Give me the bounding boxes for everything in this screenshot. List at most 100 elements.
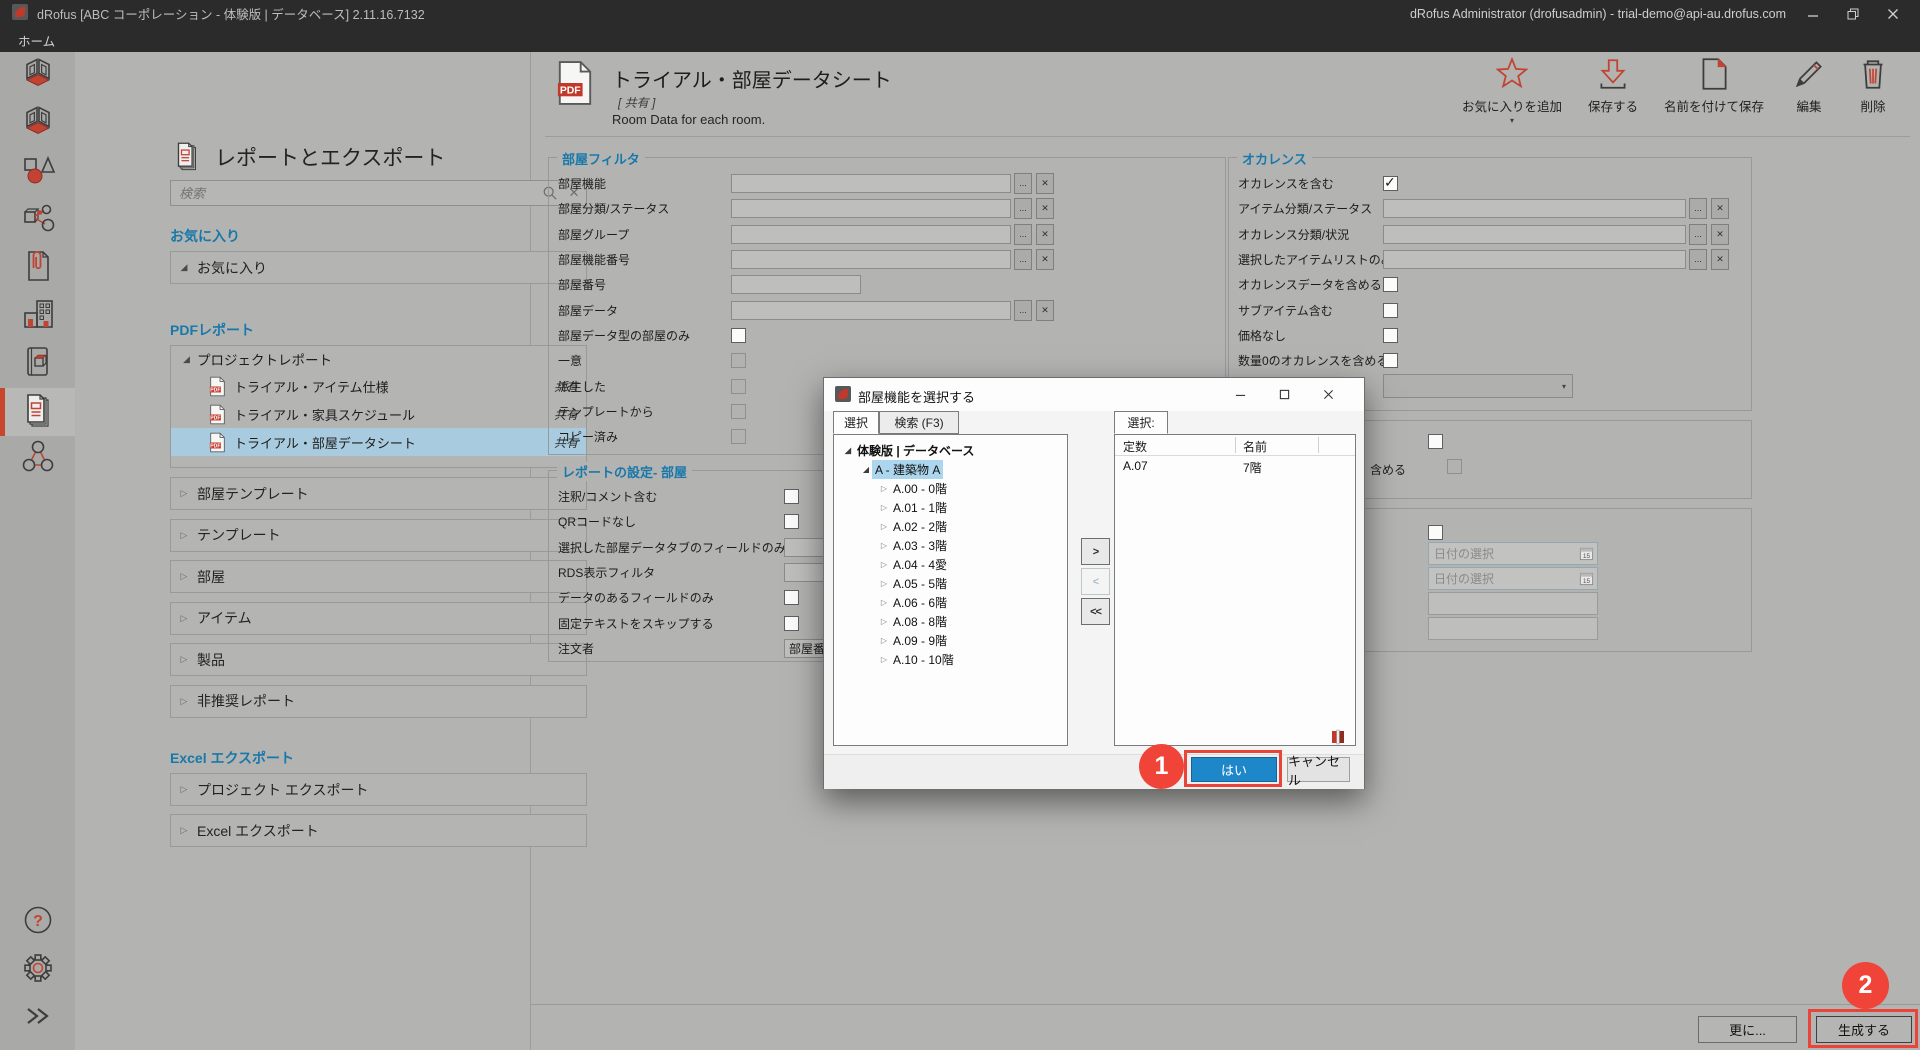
edit-pencil-button[interactable]: 編集 [1790, 55, 1828, 123]
field-input[interactable] [1383, 225, 1686, 244]
checkbox[interactable] [784, 514, 799, 529]
dialog-minimize-button[interactable] [1228, 384, 1252, 404]
group-5[interactable]: ▷製品 [170, 643, 587, 676]
collapsed-arrow-icon[interactable]: ▷ [878, 655, 890, 664]
minimize-button[interactable] [1800, 4, 1826, 24]
lookup-more-button[interactable]: ... [1014, 173, 1032, 194]
clear-field-button[interactable]: ✕ [1036, 198, 1054, 219]
group-2[interactable]: ▷テンプレート [170, 519, 587, 552]
clear-field-button[interactable]: ✕ [1036, 224, 1054, 245]
field-input[interactable] [731, 250, 1011, 269]
collapsed-arrow-icon[interactable]: ▷ [878, 598, 890, 607]
sidebar-footer-help[interactable]: ? [0, 898, 75, 946]
tree-item[interactable]: ▷A.08 - 8階 [834, 612, 1067, 631]
sidebar-item-products[interactable] [0, 340, 75, 388]
group-3[interactable]: ▷部屋 [170, 560, 587, 593]
checkbox[interactable] [784, 616, 799, 631]
lookup-more-button[interactable]: ... [1689, 198, 1707, 219]
checkbox[interactable] [1383, 353, 1398, 368]
checkbox[interactable] [1428, 434, 1443, 449]
tab-selected[interactable]: 選択: [1114, 411, 1168, 434]
clear-field-button[interactable]: ✕ [1711, 249, 1729, 270]
date-picker[interactable]: 日付の選択 15 [1428, 542, 1598, 565]
group-1[interactable]: ▷部屋テンプレート [170, 477, 587, 510]
lookup-more-button[interactable]: ... [1689, 224, 1707, 245]
field-input[interactable] [731, 174, 1011, 193]
group-4[interactable]: ▷アイテム [170, 602, 587, 635]
clear-field-button[interactable]: ✕ [1711, 224, 1729, 245]
tree-item[interactable]: ▷A.00 - 0階 [834, 479, 1067, 498]
restore-button[interactable] [1840, 4, 1866, 24]
tree-item[interactable]: ▷A.02 - 2階 [834, 517, 1067, 536]
favorite-star-button[interactable]: お気に入りを追加▾ [1462, 55, 1562, 123]
expanded-arrow-icon[interactable]: ◢ [842, 446, 854, 455]
field-input[interactable] [731, 301, 1011, 320]
yes-button[interactable]: はい [1191, 757, 1277, 782]
tab-search[interactable]: 検索 (F3) [879, 411, 959, 434]
tree-item[interactable]: ▷A.10 - 10階 [834, 650, 1067, 669]
text-field[interactable] [1428, 592, 1598, 615]
move-all-left-button[interactable]: << [1081, 598, 1110, 625]
clear-field-button[interactable]: ✕ [1711, 198, 1729, 219]
field-input[interactable] [731, 199, 1011, 218]
text-field[interactable] [1428, 617, 1598, 640]
collapsed-arrow-icon[interactable]: ▷ [878, 560, 890, 569]
more-button[interactable]: 更に... [1698, 1016, 1797, 1043]
lookup-more-button[interactable]: ... [1014, 198, 1032, 219]
field-input[interactable] [1383, 250, 1686, 269]
lookup-more-button[interactable]: ... [1014, 300, 1032, 321]
clear-field-button[interactable]: ✕ [1036, 300, 1054, 321]
sidebar-item-room-list[interactable] [0, 100, 75, 148]
date-picker[interactable]: 日付の選択 15 [1428, 567, 1598, 590]
sidebar-item-items[interactable] [0, 196, 75, 244]
delete-trash-button[interactable]: 削除 [1854, 55, 1892, 123]
excel-group-2[interactable]: ▷Excel エクスポート [170, 814, 587, 847]
checkbox[interactable] [784, 489, 799, 504]
tree-item[interactable]: ▷A.01 - 1階 [834, 498, 1067, 517]
collapsed-arrow-icon[interactable]: ▷ [878, 617, 890, 626]
report-item[interactable]: PDFトライアル・家具スケジュール共有 [171, 400, 586, 428]
sidebar-item-attachments[interactable] [0, 244, 75, 292]
collapsed-arrow-icon[interactable]: ▷ [878, 579, 890, 588]
dialog-maximize-button[interactable] [1272, 384, 1296, 404]
menu-home[interactable]: ホーム [18, 31, 55, 50]
tree-item[interactable]: ▷A.04 - 4愛 [834, 555, 1067, 574]
sidebar-footer-expand[interactable] [0, 994, 75, 1042]
report-item[interactable]: PDFトライアル・部屋データシート共有 [171, 428, 586, 456]
lookup-more-button[interactable]: ... [1689, 249, 1707, 270]
checkbox[interactable] [1383, 303, 1398, 318]
group-6[interactable]: ▷非推奨レポート [170, 685, 587, 718]
clear-field-button[interactable]: ✕ [1036, 173, 1054, 194]
group-project-reports[interactable]: ◢ プロジェクトレポート [171, 346, 586, 372]
sidebar-item-reports[interactable] [0, 388, 75, 436]
save-button[interactable]: 保存する [1588, 55, 1638, 123]
tab-select[interactable]: 選択 [833, 411, 879, 434]
close-button[interactable] [1880, 4, 1906, 24]
collapsed-arrow-icon[interactable]: ▷ [878, 636, 890, 645]
checkbox[interactable] [1428, 525, 1443, 540]
cancel-button[interactable]: キャンセル [1287, 757, 1350, 782]
sidebar-item-functions[interactable] [0, 148, 75, 196]
collapsed-arrow-icon[interactable]: ▷ [878, 484, 890, 493]
sidebar-item-relations[interactable] [0, 436, 75, 484]
lookup-more-button[interactable]: ... [1014, 249, 1032, 270]
sidebar-item-rooms[interactable] [0, 52, 75, 100]
checkbox[interactable] [784, 590, 799, 605]
field-input[interactable] [1383, 199, 1686, 218]
checkbox[interactable] [1383, 277, 1398, 292]
sidebar-footer-settings[interactable] [0, 946, 75, 994]
search-input[interactable] [171, 186, 538, 201]
dialog-close-button[interactable] [1316, 384, 1340, 404]
save-as-button[interactable]: 名前を付けて保存 [1664, 55, 1764, 123]
clear-field-button[interactable]: ✕ [1036, 249, 1054, 270]
lookup-more-button[interactable]: ... [1014, 224, 1032, 245]
sidebar-item-buildings[interactable] [0, 292, 75, 340]
dropdown-select[interactable]: ▾ [1383, 374, 1573, 398]
checkbox[interactable] [731, 328, 746, 343]
tree-item[interactable]: ▷A.06 - 6階 [834, 593, 1067, 612]
tree-item[interactable]: ▷A.09 - 9階 [834, 631, 1067, 650]
group-favorites[interactable]: ◢ お気に入り [170, 251, 587, 284]
collapsed-arrow-icon[interactable]: ▷ [878, 503, 890, 512]
table-row[interactable]: A.077階 [1115, 456, 1355, 476]
excel-group-1[interactable]: ▷プロジェクト エクスポート [170, 773, 587, 806]
